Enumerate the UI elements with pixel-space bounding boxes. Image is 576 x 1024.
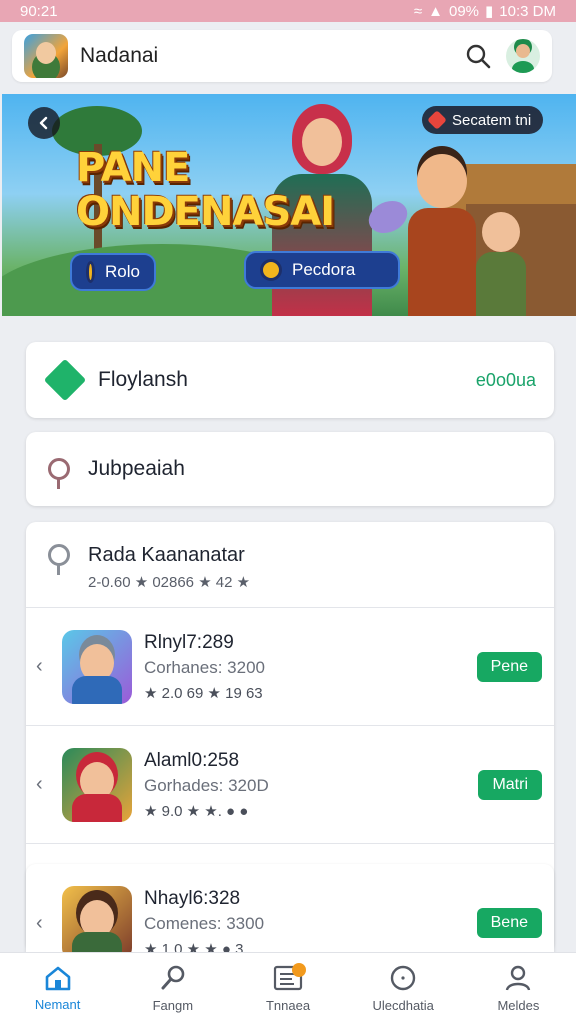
back-button[interactable] [28,107,60,139]
featured-card-value: e0o0ua [475,369,536,390]
play-label: Rolo [105,262,140,281]
nav-home[interactable]: Nemant [0,953,115,1024]
banner-title-line2: ONDENASAI [76,189,335,235]
game-name: Nhayl6:328 [144,888,241,909]
diamond-icon [427,110,447,130]
banner-pill-label: Secatem tni [452,111,532,129]
notification-badge [292,963,307,977]
nav-profile[interactable]: Meldes [461,953,576,1024]
game-name: Rlnyl7:289 [144,631,234,653]
app-bar: Nadanai [12,30,552,82]
game-genre: Corhanes: 3200 [144,657,265,677]
nav-activity[interactable]: Ulecdhatia [346,953,461,1024]
hero-boy-illustration [402,154,482,316]
game-rating: ★ 9.0 ★ ★. ● ● [144,802,249,820]
play-game-button[interactable]: Bene [476,908,542,938]
nav-list[interactable]: Tnnaea [230,953,345,1024]
search-button[interactable] [460,38,496,74]
search-icon [466,44,491,69]
list-item[interactable]: ‹ Nhayl6:328 Comenes: 3300 ★ 1.0 ★ ★ ● 3… [26,864,554,964]
gem-icon [43,358,87,402]
nav-label: Nemant [34,997,81,1012]
coin-icon [260,259,282,281]
game-genre: Comenes: 3300 [144,914,265,933]
location-card[interactable]: Jubpeaiah [26,432,554,506]
featured-card[interactable]: Floylansh e0o0ua [26,342,554,418]
app-logo [24,34,68,78]
hero-kid-illustration [472,212,530,316]
signal-icon: ▲ [428,2,443,20]
play-game-button[interactable]: Pene [476,651,542,682]
location-pin-icon [48,458,70,489]
game-thumbnail [62,886,132,960]
game-thumbnail [62,629,132,704]
banner-title: PANE ONDENASAI [76,145,335,235]
game-rating: ★ 2.0 69 ★ 19 63 [144,684,263,702]
nav-label: Ulecdhatia [372,998,434,1013]
banner-pill[interactable]: Secatem tni [422,106,544,134]
nav-label: Tnnaea [265,998,311,1013]
nav-label: Meldes [497,998,540,1013]
bottom-nav: Nemant Fangm Tnnaea Ulecdhatia Meldes [0,952,576,1024]
banner-title-line1: PANE [76,145,190,191]
play-button[interactable]: Rolo [70,253,156,291]
status-clock: 10:3 DM [499,2,556,20]
coin-icon [86,261,96,283]
battery-text: 09% [449,2,480,20]
chevron-left-icon [39,116,48,130]
game-list-card-2: ‹ Nhayl6:328 Comenes: 3300 ★ 1.0 ★ ★ ● 3… [26,864,554,964]
search-icon [161,965,185,990]
chevron-left-icon[interactable]: ‹ [36,655,52,678]
game-genre: Gorhades: 320D [144,775,269,795]
battery-icon: ▮ [485,3,494,20]
featured-card-label: Floylansh [98,368,188,391]
profile-icon [506,965,531,991]
chevron-left-icon[interactable]: ‹ [36,912,52,935]
list-subtitle: 2-0.60 ★ 02866 ★ 42 ★ [88,574,251,591]
location-card-label: Jubpeaiah [88,457,185,480]
game-name: Alaml0:258 [144,749,240,771]
status-time: 90:21 [20,2,58,20]
game-thumbnail [62,747,132,822]
home-icon [45,966,70,991]
app-title: Nadanai [80,44,159,67]
play-game-button[interactable]: Matri [478,769,542,800]
location-pin-icon [48,544,70,575]
chevron-left-icon[interactable]: ‹ [36,773,52,796]
reward-button[interactable]: Pecdora [244,251,400,289]
list-title: Rada Kaananatar [88,544,245,566]
list-item[interactable]: ‹ Alaml0:258 Gorhades: 320D ★ 9.0 ★ ★. ●… [26,726,554,844]
status-bar: 90:21 ≈ ▲ 09% ▮ 10:3 DM [0,0,576,22]
list-item[interactable]: ‹ Rlnyl7:289 Corhanes: 3200 ★ 2.0 69 ★ 1… [26,608,554,726]
avatar[interactable] [506,39,540,73]
nav-search[interactable]: Fangm [115,953,230,1024]
wifi-icon: ≈ [413,2,423,20]
reward-label: Pecdora [292,260,356,279]
nav-label: Fangm [152,998,194,1013]
clock-icon [391,965,416,991]
list-header: Rada Kaananatar 2-0.60 ★ 02866 ★ 42 ★ [26,522,554,608]
